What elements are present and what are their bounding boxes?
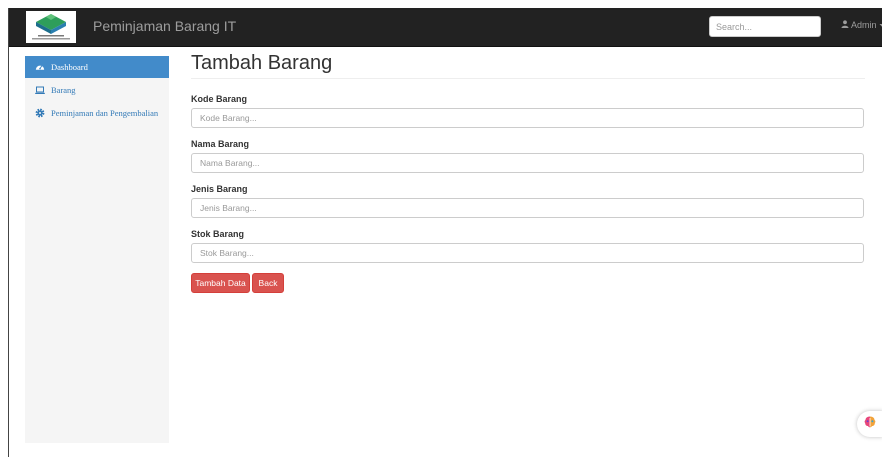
title-divider	[191, 78, 865, 79]
sidebar-item-barang[interactable]: Barang	[25, 79, 169, 101]
sidebar-item-label: Peminjaman dan Pengembalian	[51, 108, 159, 118]
floating-widget-button[interactable]	[857, 411, 882, 437]
stok-barang-input[interactable]	[191, 243, 864, 263]
stok-barang-label: Stok Barang	[191, 229, 245, 239]
user-menu[interactable]: Admin	[841, 20, 882, 30]
sidebar: Dashboard Barang Peminjaman dan Pengemba…	[25, 56, 169, 443]
dashboard-icon	[35, 62, 45, 72]
laptop-icon	[35, 85, 45, 95]
page-frame: Peminjaman Barang IT Admin Dashboard Bar…	[8, 8, 882, 457]
kode-barang-label: Kode Barang	[191, 94, 248, 104]
app-brand[interactable]: Peminjaman Barang IT	[93, 18, 236, 34]
back-button[interactable]: Back	[252, 273, 284, 293]
sidebar-item-label: Dashboard	[51, 62, 88, 72]
app-logo[interactable]	[26, 11, 76, 43]
sidebar-item-label: Barang	[51, 85, 76, 95]
jenis-barang-input[interactable]	[191, 198, 864, 218]
user-icon	[841, 20, 849, 30]
user-label: Admin	[851, 20, 877, 30]
nama-barang-label: Nama Barang	[191, 139, 250, 149]
search-input[interactable]	[709, 16, 821, 37]
jenis-barang-label: Jenis Barang	[191, 184, 248, 194]
caret-down-icon	[879, 20, 882, 30]
top-navbar: Peminjaman Barang IT Admin	[9, 8, 882, 47]
tambah-data-button[interactable]: Tambah Data	[191, 273, 250, 293]
kode-barang-input[interactable]	[191, 108, 864, 128]
sidebar-item-dashboard[interactable]: Dashboard	[25, 56, 169, 78]
page-title: Tambah Barang	[191, 52, 333, 74]
nama-barang-input[interactable]	[191, 153, 864, 173]
gear-icon	[35, 108, 45, 118]
brain-icon	[863, 415, 877, 434]
sidebar-item-peminjaman[interactable]: Peminjaman dan Pengembalian	[25, 102, 169, 124]
